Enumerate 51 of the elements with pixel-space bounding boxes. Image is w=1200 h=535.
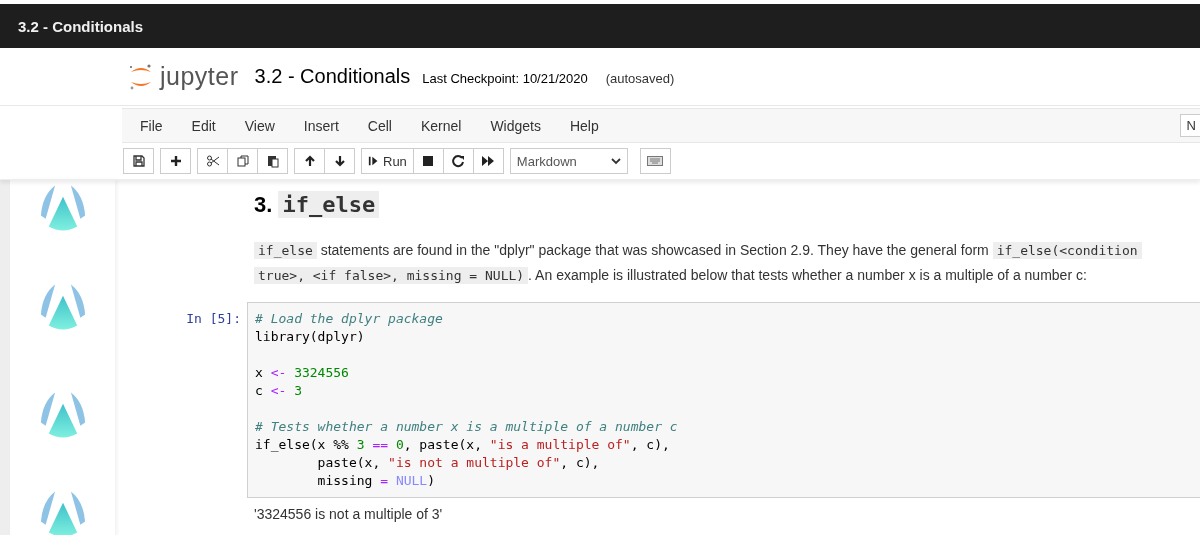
code-line: # Tests whether a number x is a multiple of a number c (255, 418, 678, 436)
save-button[interactable] (123, 148, 154, 174)
menu-item[interactable]: Kernel (410, 117, 476, 134)
code-cell[interactable] (247, 302, 1200, 498)
save-icon (131, 154, 146, 168)
keyboard-shortcuts-button[interactable] (639, 148, 671, 174)
code-line: # Load the dplyr package (255, 310, 443, 328)
page-title: 3.2 - Conditionals (18, 17, 143, 35)
code-line: library(dplyr) (255, 328, 365, 346)
menu-item[interactable]: Cell (357, 117, 406, 134)
keyboard-icon (647, 156, 664, 166)
menu-item[interactable]: Edit (181, 117, 230, 134)
scissors-icon (205, 154, 220, 168)
menu-item[interactable]: File (130, 117, 177, 134)
menu-item[interactable]: Insert (293, 117, 353, 134)
logo-text[interactable]: jupyter (160, 62, 239, 91)
code-line: paste(x, "is not a multiple of", c), (316, 454, 600, 472)
stop-icon (421, 154, 436, 168)
arrow-down-icon (332, 154, 347, 168)
move-down-button[interactable] (324, 148, 355, 174)
paste-button[interactable] (257, 148, 288, 174)
plus-icon (168, 154, 183, 168)
checkpoint-text: Last Checkpoint: 10/21/2020 (422, 71, 588, 86)
stop-button[interactable] (412, 148, 444, 174)
insert-cell-button[interactable] (160, 148, 191, 174)
restart-button[interactable] (442, 148, 474, 174)
paragraph-text: if_else statements are found in the "dplyr" package that was showcased in Section 2.9. They have the general form if_else(<condition true>, <if false>, missing = NULL) . An example is illustrated below that tests whether a number x is a multiple of a number c: (254, 238, 1200, 288)
run-all-button[interactable] (472, 148, 504, 174)
cell-type-dropdown[interactable]: Markdown (509, 148, 628, 174)
restart-icon (451, 154, 466, 168)
section-heading: 3. if_else (254, 192, 1200, 218)
menu-item[interactable]: Help (559, 117, 613, 134)
code-line: missing = NULL) (316, 472, 436, 490)
cut-button[interactable] (197, 148, 228, 174)
kernel-indicator: N (1179, 114, 1200, 137)
code-line: if_else(x %% 3 == 0, paste(x, "is a multiple of", c), (255, 436, 670, 454)
menu-item[interactable]: Widgets (480, 117, 555, 134)
move-up-button[interactable] (294, 148, 325, 174)
chevron-down-icon (610, 157, 621, 165)
input-prompt: In [5]: (185, 310, 242, 328)
run-button[interactable]: Run (361, 148, 414, 174)
menu-item[interactable]: View (234, 117, 289, 134)
fast-forward-icon (481, 154, 496, 168)
notebook-name[interactable]: 3.2 - Conditionals (254, 65, 411, 88)
cell-output: '3324556 is not a multiple of 3' (254, 506, 444, 522)
autosave-status: (autosaved) (605, 71, 675, 86)
paste-icon (265, 154, 280, 168)
step-icon (368, 154, 380, 168)
code-line: c <- 3 (255, 382, 302, 400)
copy-icon (235, 154, 250, 168)
code-line: x <- 3324556 (255, 364, 349, 382)
